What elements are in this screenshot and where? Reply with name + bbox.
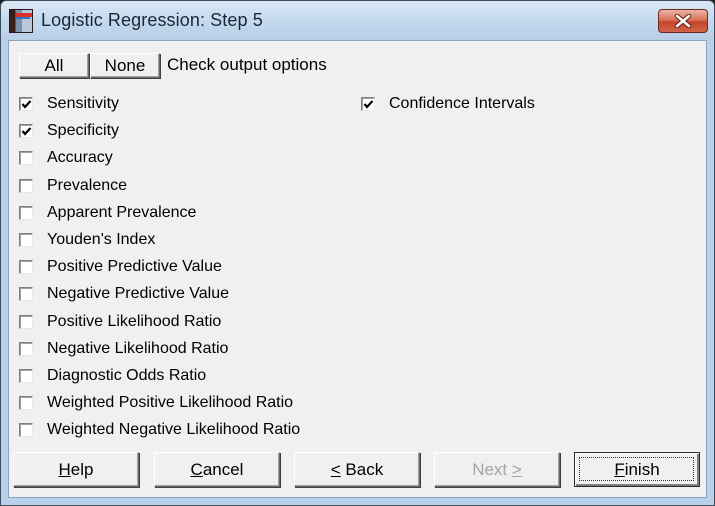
checkbox[interactable] xyxy=(19,341,33,356)
option-label: Weighted Positive Likelihood Ratio xyxy=(47,394,294,412)
next-button[interactable]: Next > xyxy=(434,452,560,487)
title-bar[interactable]: Logistic Regression: Step 5 xyxy=(1,1,714,40)
checkbox[interactable] xyxy=(19,423,33,438)
finish-button[interactable]: Finish xyxy=(574,452,700,487)
checkbox[interactable] xyxy=(19,151,33,166)
checkbox[interactable] xyxy=(19,287,33,302)
checkbox[interactable] xyxy=(19,396,33,411)
option-weighted-positive-likelihood-ratio[interactable]: Weighted Positive Likelihood Ratio xyxy=(19,394,293,412)
checkbox[interactable] xyxy=(19,260,33,275)
checkmark-icon xyxy=(21,100,32,109)
option-label: Diagnostic Odds Ratio xyxy=(47,367,207,384)
option-label: Positive Likelihood Ratio xyxy=(47,312,222,330)
option-accuracy[interactable]: Accuracy xyxy=(19,149,113,167)
option-confidence-intervals[interactable]: Confidence Intervals xyxy=(361,95,535,113)
option-specificity[interactable]: Specificity xyxy=(19,122,119,140)
option-diagnostic-odds-ratio[interactable]: Diagnostic Odds Ratio xyxy=(19,367,206,385)
dialog-window: Logistic Regression: Step 5 All None Che… xyxy=(0,0,715,506)
option-positive-likelihood-ratio[interactable]: Positive Likelihood Ratio xyxy=(19,313,221,331)
option-negative-likelihood-ratio[interactable]: Negative Likelihood Ratio xyxy=(19,340,228,358)
option-negative-predictive-value[interactable]: Negative Predictive Value xyxy=(19,285,229,303)
option-label: Negative Likelihood Ratio xyxy=(47,339,229,357)
option-positive-predictive-value[interactable]: Positive Predictive Value xyxy=(19,258,222,276)
option-label: Positive Predictive Value xyxy=(47,258,222,276)
checkbox[interactable] xyxy=(19,314,33,329)
option-label: Prevalence xyxy=(47,176,128,194)
option-label: Youden's Index xyxy=(47,231,156,248)
close-button[interactable] xyxy=(658,9,708,33)
dialog-content: All None Check output options Sensitivit… xyxy=(8,40,707,498)
option-label: Specificity xyxy=(47,122,120,140)
option-label: Confidence Intervals xyxy=(389,95,535,112)
select-all-button[interactable]: All xyxy=(19,53,89,78)
option-prevalence[interactable]: Prevalence xyxy=(19,177,127,195)
option-label: Negative Predictive Value xyxy=(47,285,230,303)
checkbox[interactable] xyxy=(19,205,33,220)
checkbox[interactable] xyxy=(19,233,33,247)
option-label: Weighted Negative Likelihood Ratio xyxy=(47,421,301,439)
check-output-hint: Check output options xyxy=(167,55,327,74)
checkbox[interactable] xyxy=(19,178,33,193)
option-youden-s-index[interactable]: Youden's Index xyxy=(19,231,155,249)
option-sensitivity[interactable]: Sensitivity xyxy=(19,95,119,113)
option-apparent-prevalence[interactable]: Apparent Prevalence xyxy=(19,204,196,222)
checkbox[interactable] xyxy=(19,97,33,111)
option-weighted-negative-likelihood-ratio[interactable]: Weighted Negative Likelihood Ratio xyxy=(19,421,300,439)
checkmark-icon xyxy=(21,127,32,136)
application-icon[interactable] xyxy=(9,9,33,33)
checkbox[interactable] xyxy=(361,97,375,111)
close-icon xyxy=(674,14,692,28)
help-button[interactable]: Help xyxy=(13,452,139,487)
back-button[interactable]: < Back xyxy=(294,452,420,487)
select-none-button[interactable]: None xyxy=(90,53,160,78)
option-label: Accuracy xyxy=(47,149,113,167)
option-label: Sensitivity xyxy=(47,95,120,112)
option-label: Apparent Prevalence xyxy=(47,203,197,221)
checkbox[interactable] xyxy=(19,124,33,139)
checkmark-icon xyxy=(363,100,374,109)
checkbox[interactable] xyxy=(19,369,33,383)
cancel-button[interactable]: Cancel xyxy=(154,452,280,487)
window-title: Logistic Regression: Step 5 xyxy=(41,10,263,30)
